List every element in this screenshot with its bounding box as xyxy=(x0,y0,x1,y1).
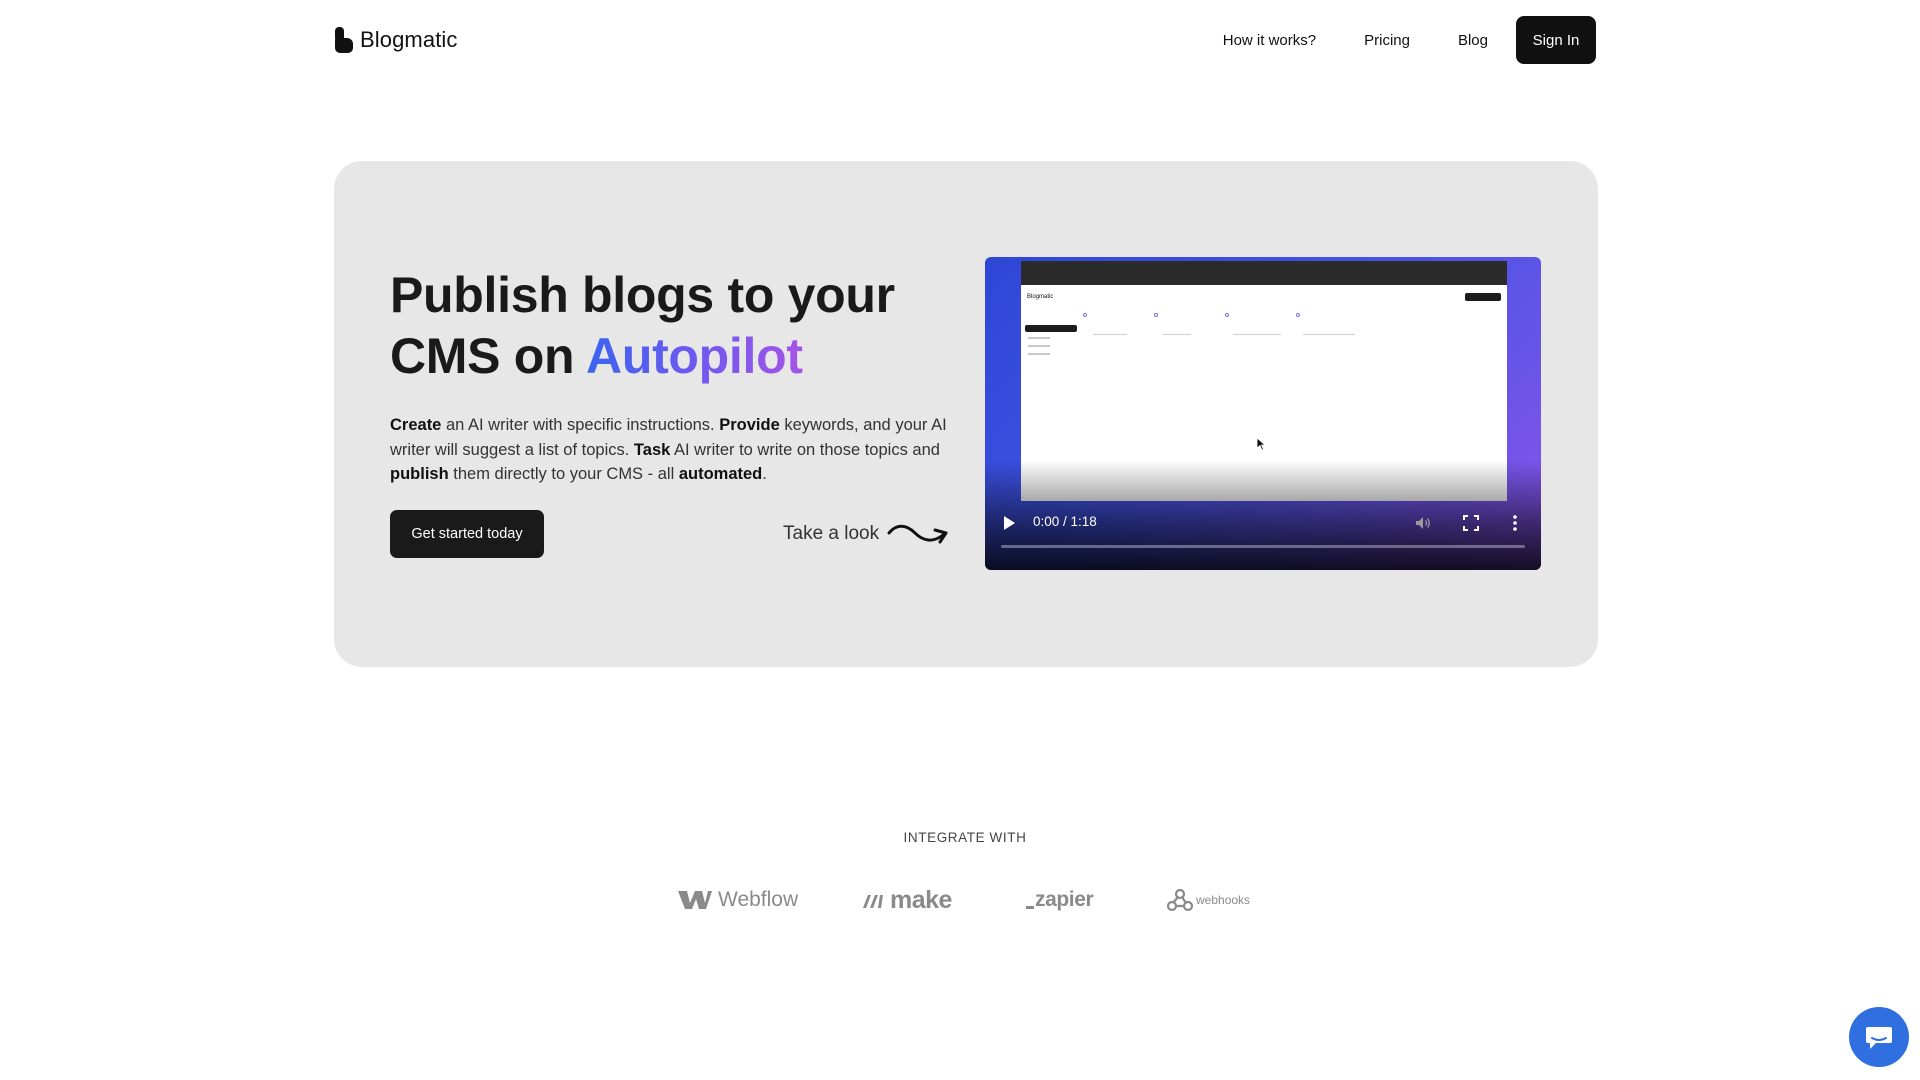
more-vertical-icon[interactable] xyxy=(1512,513,1518,533)
webflow-logo-text: Webflow xyxy=(718,888,799,911)
mouse-cursor-icon xyxy=(1256,437,1266,451)
hero-title: Publish blogs to your CMS on Autopilot xyxy=(390,265,950,387)
webflow-icon xyxy=(678,891,712,909)
nav-link-pricing[interactable]: Pricing xyxy=(1364,32,1410,49)
integration-logos: Webflow make zapier webhooks xyxy=(0,884,1920,920)
sign-in-button[interactable]: Sign In xyxy=(1516,16,1596,64)
zapier-logo: zapier xyxy=(1026,888,1094,912)
video-progress-bar[interactable] xyxy=(1001,545,1525,548)
desc-text: . xyxy=(762,465,767,483)
hero-description: Create an AI writer with specific instru… xyxy=(390,413,950,487)
make-icon xyxy=(863,894,883,908)
curly-arrow-icon xyxy=(887,524,948,544)
demo-video-player[interactable]: Blogmatic 0:00 / 1:18 xyxy=(985,257,1541,570)
take-a-look: Take a look xyxy=(783,521,949,547)
webhooks-icon xyxy=(1166,888,1194,912)
desc-text: AI writer to write on those topics and xyxy=(670,440,940,459)
make-logo-text: make xyxy=(890,886,952,914)
desc-strong-provide: Provide xyxy=(719,416,780,434)
video-time: 0:00 / 1:18 xyxy=(1033,514,1097,529)
desc-text: them directly to your CMS - all xyxy=(448,465,679,483)
desc-text: an AI writer with specific instructions. xyxy=(441,416,720,434)
zapier-dash-icon xyxy=(1026,905,1034,909)
desc-strong-publish: publish xyxy=(390,465,449,483)
brand[interactable]: Blogmatic xyxy=(334,27,458,53)
volume-icon[interactable] xyxy=(1413,513,1433,533)
main-nav: How it works? Pricing Blog Sign In xyxy=(1223,16,1596,64)
hero-title-accent: Autopilot xyxy=(586,328,803,384)
webhooks-logo: webhooks xyxy=(1166,887,1250,913)
integrate-with-label: INTEGRATE WITH xyxy=(903,830,1027,845)
take-a-look-label: Take a look xyxy=(783,523,880,544)
chat-button[interactable] xyxy=(1849,1007,1909,1067)
nav-link-blog[interactable]: Blog xyxy=(1458,32,1488,49)
desc-strong-create: Create xyxy=(390,416,442,434)
get-started-button[interactable]: Get started today xyxy=(390,510,544,558)
desc-strong-task: Task xyxy=(633,440,671,459)
play-icon[interactable] xyxy=(1004,516,1015,530)
blogmatic-logo-icon xyxy=(334,27,354,53)
zapier-logo-text: zapier xyxy=(1035,888,1094,911)
nav-link-how-it-works[interactable]: How it works? xyxy=(1223,32,1316,49)
make-logo: make xyxy=(862,886,952,915)
fullscreen-icon[interactable] xyxy=(1461,513,1481,533)
video-frame-brand: Blogmatic xyxy=(1027,294,1054,300)
webhooks-logo-text: webhooks xyxy=(1196,893,1251,907)
desc-strong-automated: automated xyxy=(678,465,763,483)
hero-section: Publish blogs to your CMS on Autopilot C… xyxy=(334,161,1598,667)
site-header: Blogmatic How it works? Pricing Blog Sig… xyxy=(334,16,1596,64)
brand-name: Blogmatic xyxy=(360,27,458,52)
hero-title-line1: Publish blogs to your xyxy=(390,267,895,323)
hero-title-line2: CMS on xyxy=(390,328,587,384)
chat-bubble-icon xyxy=(1866,1027,1892,1049)
webflow-logo: Webflow xyxy=(678,888,798,912)
